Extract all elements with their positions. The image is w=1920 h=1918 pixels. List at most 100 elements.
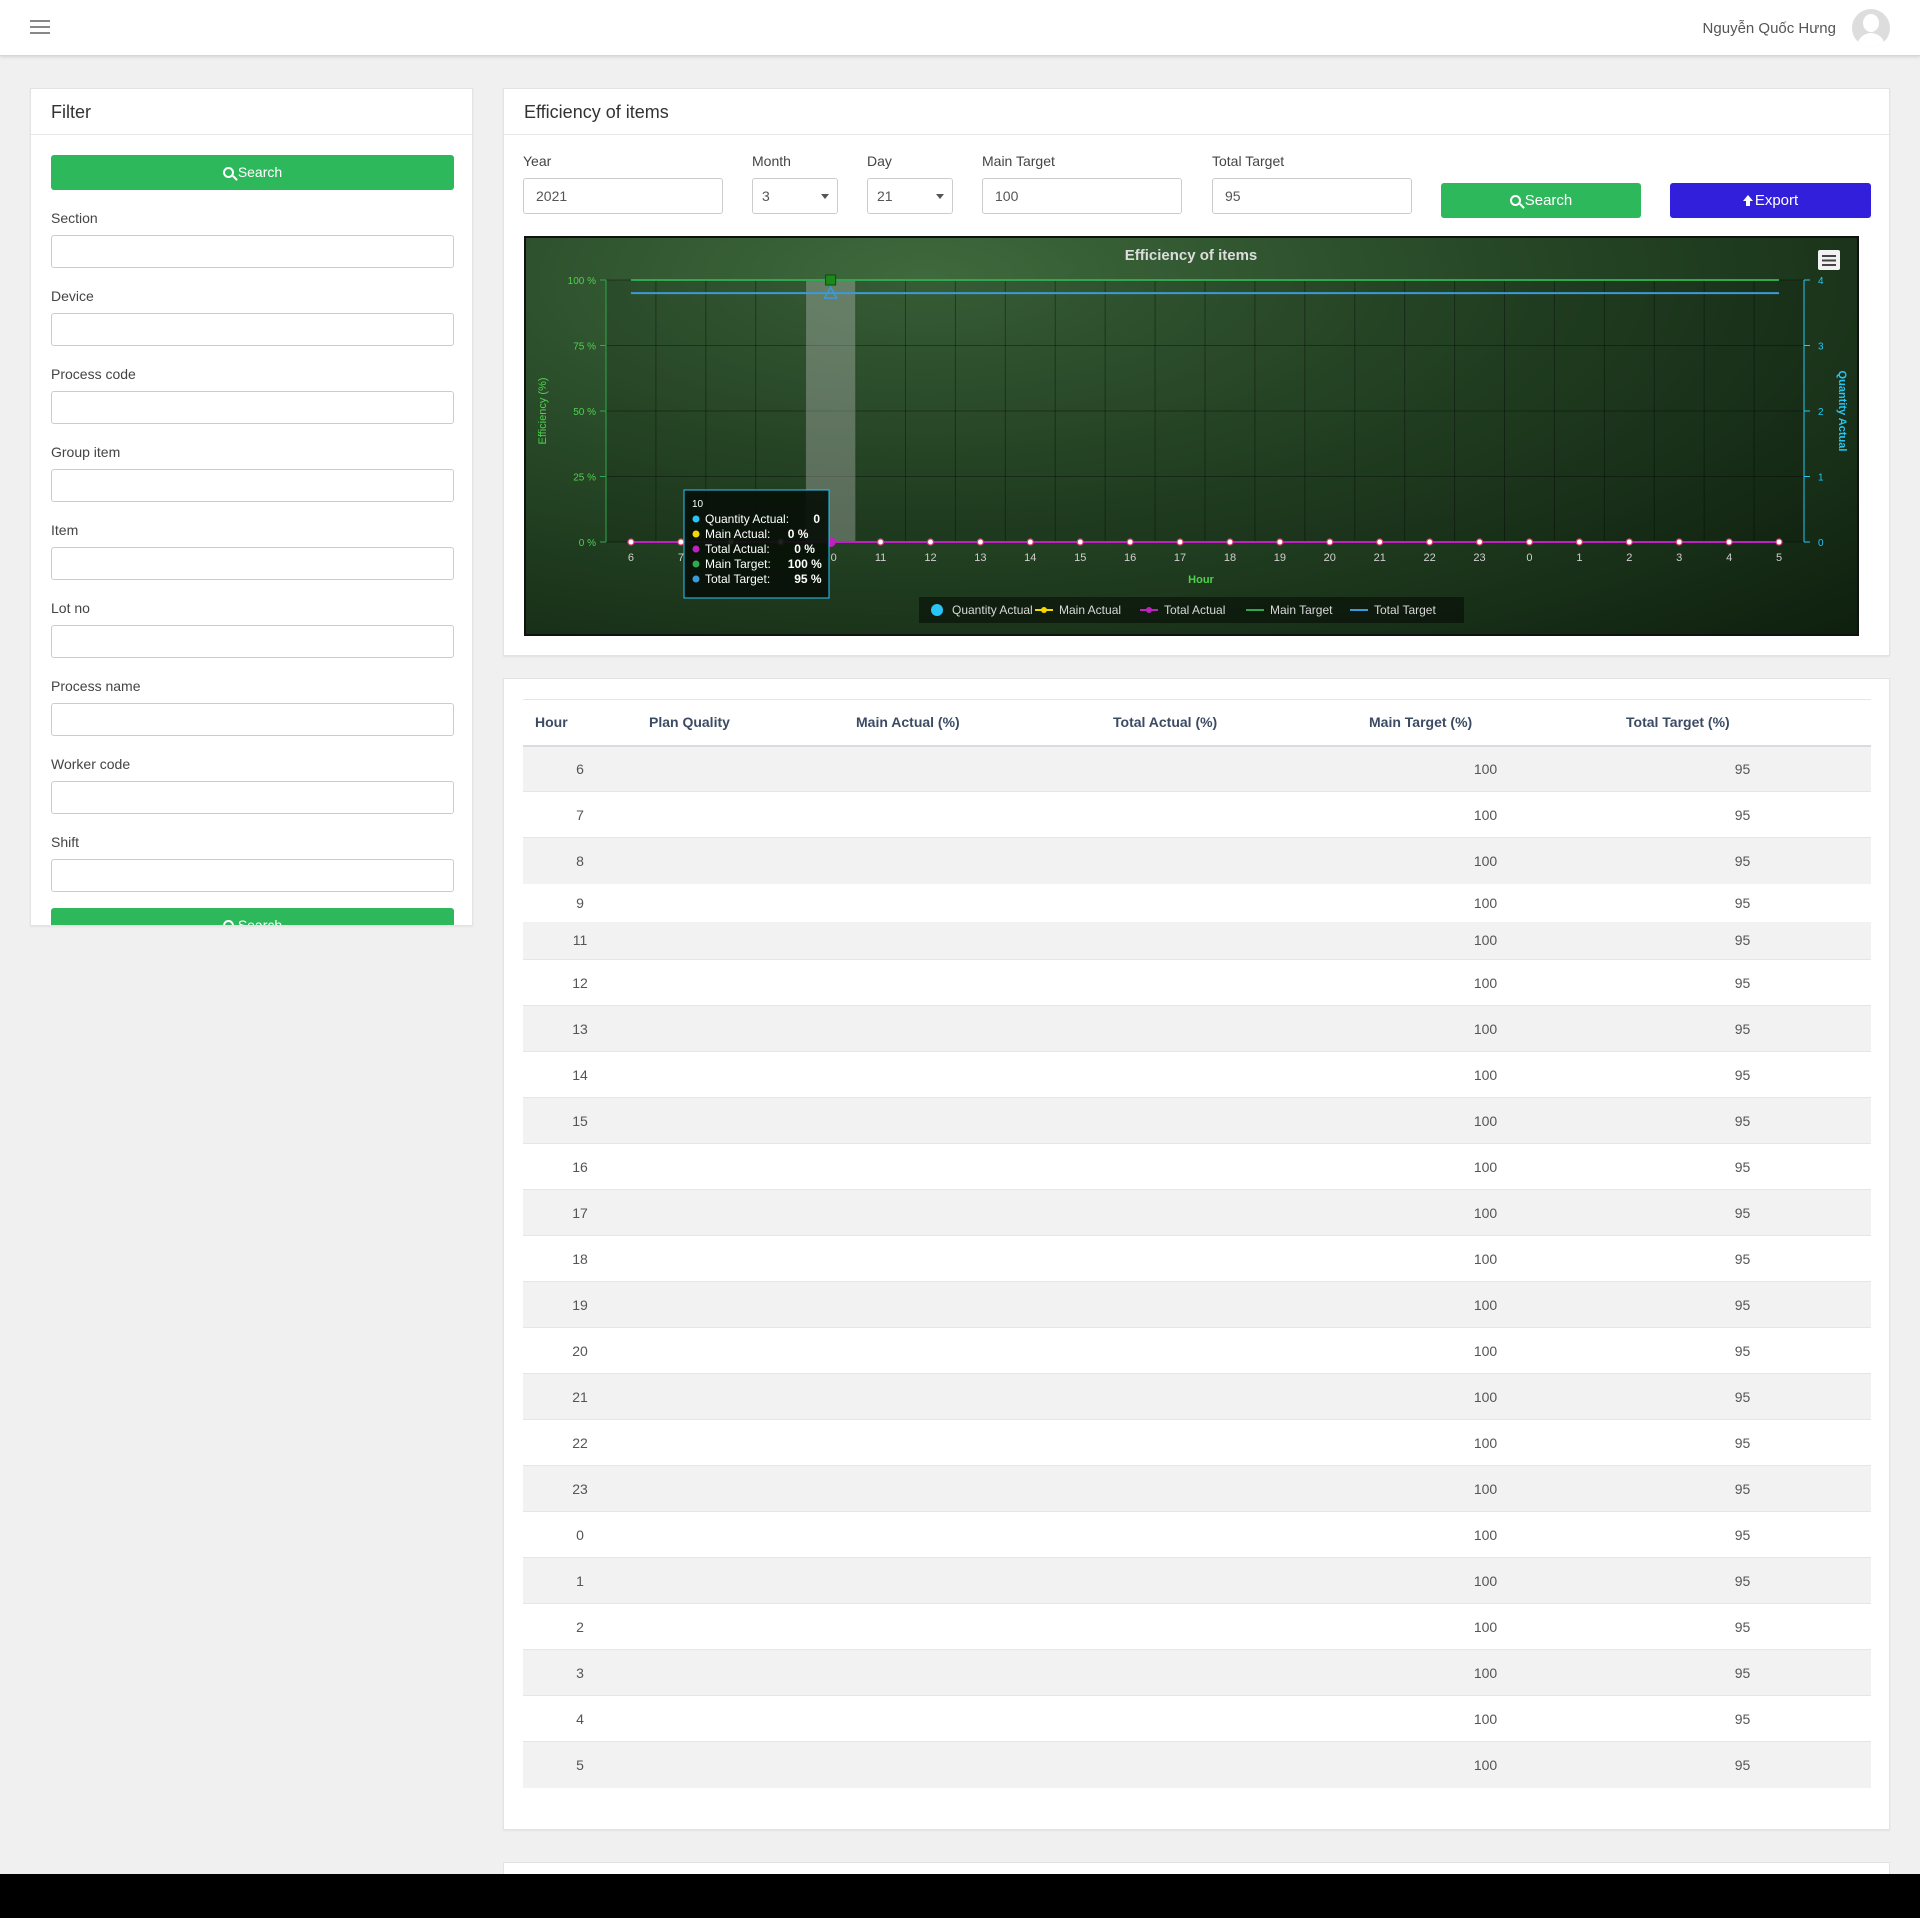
total-actual-point (1226, 538, 1234, 546)
table-cell (637, 1603, 844, 1650)
total-actual-point (677, 538, 685, 546)
total-target-input[interactable]: 95 (1212, 178, 1412, 214)
table-cell: 11 (523, 921, 637, 960)
table-cell (844, 1511, 1101, 1558)
table-cell: 100 (1357, 1511, 1614, 1558)
table-row: 19 100 95 (523, 1281, 1871, 1328)
export-label: Export (1754, 192, 1799, 209)
year-input[interactable]: 2021 (523, 178, 723, 214)
tooltip-row-value: 0 % (788, 527, 809, 541)
filter-field-label: Worker code (51, 756, 131, 772)
column-header[interactable]: Plan Quality (637, 699, 844, 747)
tooltip-row-label: Total Target: (705, 572, 770, 586)
table-cell (844, 1327, 1101, 1374)
table-cell: 95 (1734, 894, 1751, 911)
legend-item: Total Actual (1164, 603, 1225, 617)
chart-search-button[interactable]: Search (1441, 183, 1641, 218)
filter-field-input[interactable] (51, 391, 454, 424)
y-axis-title: Efficiency (%) (537, 377, 549, 444)
filter-field-input[interactable] (51, 781, 454, 814)
total-actual-point (1026, 538, 1034, 546)
column-header[interactable]: Total Actual (%) (1101, 699, 1357, 747)
table-cell: 95 (1614, 837, 1871, 884)
table-cell: 15 (523, 1097, 637, 1144)
top-navbar: Nguyễn Quốc Hưng (0, 0, 1920, 56)
tooltip-row-label: Quantity Actual: (705, 512, 789, 526)
table-row: 0 100 95 (523, 1511, 1871, 1558)
x-tick-label: 15 (1074, 552, 1086, 564)
table-cell: 95 (1614, 1511, 1871, 1558)
table-row: 6 100 95 (523, 745, 1871, 792)
table-cell (844, 1741, 1101, 1788)
table-cell (1101, 1511, 1357, 1558)
menu-toggle-icon[interactable] (30, 20, 50, 36)
filter-field-input[interactable] (51, 703, 454, 736)
table-cell (637, 959, 844, 1006)
table-cell: 19 (523, 1281, 637, 1328)
day-select[interactable]: 21 (867, 178, 953, 214)
day-value: 21 (877, 188, 893, 204)
month-select[interactable]: 3 (752, 178, 838, 214)
table-cell (1101, 1649, 1357, 1696)
table-cell: 3 (523, 1649, 637, 1696)
table-cell: 22 (523, 1419, 637, 1466)
filter-field-input[interactable] (51, 235, 454, 268)
table-cell: 4 (523, 1695, 637, 1742)
filter-field-input[interactable] (51, 469, 454, 502)
table-cell (1101, 884, 1357, 922)
x-tick-label: 14 (1024, 552, 1036, 564)
table-cell (637, 1557, 844, 1604)
filter-body: Search Section Device Process code Group it… (31, 135, 472, 926)
column-header[interactable]: Main Actual (%) (844, 699, 1101, 747)
column-header[interactable]: Main Target (%) (1357, 699, 1614, 747)
table-cell (637, 1465, 844, 1512)
table-cell (637, 1281, 844, 1328)
chart-svg: Efficiency of items Hour Efficiency (%) Qua… (537, 247, 1848, 623)
table-cell (1101, 1741, 1357, 1788)
filter-field-input[interactable] (51, 313, 454, 346)
user-name[interactable]: Nguyễn Quốc Hưng (1703, 20, 1836, 37)
table-cell: 95 (1614, 1143, 1871, 1190)
month-value: 3 (762, 188, 770, 204)
x-tick-label: 16 (1124, 552, 1136, 564)
user-avatar-icon[interactable] (1852, 9, 1890, 47)
table-cell (1101, 1005, 1357, 1052)
filter-field-input[interactable] (51, 547, 454, 580)
x-tick-label: 22 (1424, 552, 1436, 564)
table-cell (637, 837, 844, 884)
x-tick-label: 6 (628, 552, 634, 564)
export-button[interactable]: Export (1670, 183, 1871, 218)
table-cell: 5 (523, 1741, 637, 1788)
filter-field-label: Device (51, 288, 94, 304)
chart-menu-icon-bar (1822, 264, 1836, 266)
legend-item: Quantity Actual (952, 603, 1033, 617)
table-cell (637, 1189, 844, 1236)
table-cell: 95 (1614, 1649, 1871, 1696)
total-actual-point (1376, 538, 1384, 546)
filter-field-input[interactable] (51, 859, 454, 892)
x-axis-title: Hour (1188, 574, 1214, 586)
table-cell: 100 (1357, 1235, 1614, 1282)
tooltip-marker (692, 545, 700, 553)
tooltip-marker (692, 560, 700, 568)
main-target-input[interactable]: 100 (982, 178, 1182, 214)
legend-marker-dot (1146, 607, 1152, 613)
filter-field-label: Process code (51, 366, 136, 382)
column-header[interactable]: Hour (523, 699, 637, 747)
x-tick-label: 0 (1526, 552, 1532, 564)
filter-search-button-bottom[interactable]: Search (51, 908, 454, 926)
filter-search-label: Search (237, 917, 283, 926)
tooltip-row-value: 100 % (788, 557, 822, 571)
table-cell (844, 1189, 1101, 1236)
filter-field-input[interactable] (51, 625, 454, 658)
table-cell (844, 837, 1101, 884)
chart-search-label: Search (1524, 192, 1573, 209)
table-cell: 100 (1357, 1189, 1614, 1236)
tooltip-row-label: Total Actual: (705, 542, 770, 556)
filter-search-button[interactable]: Search (51, 155, 454, 190)
table-cell: 100 (1357, 921, 1614, 960)
table-cell (844, 884, 1101, 922)
table-row: 23 100 95 (523, 1465, 1871, 1512)
table-cell (844, 1281, 1101, 1328)
column-header[interactable]: Total Target (%) (1614, 699, 1871, 747)
